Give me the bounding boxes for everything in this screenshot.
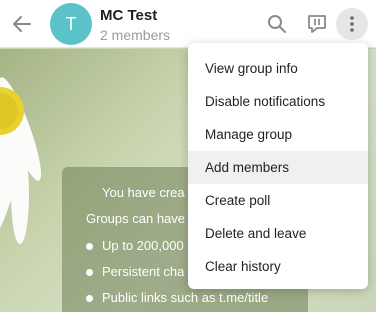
menu-item-clear-history[interactable]: Clear history: [188, 250, 368, 283]
chat-title[interactable]: MC Test: [100, 7, 157, 24]
bullet-icon: [86, 295, 93, 302]
member-count: 2 members: [100, 27, 171, 43]
bullet-icon: [86, 243, 93, 250]
search-button[interactable]: [261, 8, 293, 40]
more-vertical-icon: [350, 16, 354, 32]
avatar[interactable]: T: [50, 3, 92, 45]
menu-item-manage-group[interactable]: Manage group: [188, 118, 368, 151]
group-options-menu: View group info Disable notifications Ma…: [188, 43, 368, 289]
list-item: Public links such as t.me/title: [84, 289, 268, 312]
avatar-letter: T: [65, 13, 77, 34]
menu-item-delete-and-leave[interactable]: Delete and leave: [188, 217, 368, 250]
bullet-icon: [86, 269, 93, 276]
chat-header: T MC Test 2 members: [0, 0, 376, 48]
search-icon: [268, 15, 286, 33]
arrow-left-icon: [13, 16, 31, 32]
menu-item-disable-notifications[interactable]: Disable notifications: [188, 85, 368, 118]
menu-item-add-members[interactable]: Add members: [188, 151, 368, 184]
menu-item-view-group-info[interactable]: View group info: [188, 52, 368, 85]
back-button[interactable]: [10, 12, 34, 36]
menu-item-create-poll[interactable]: Create poll: [188, 184, 368, 217]
comments-button[interactable]: [301, 8, 333, 40]
card-subtitle: Groups can have: [86, 211, 186, 226]
card-title: You have crea: [102, 185, 185, 200]
more-button[interactable]: [336, 8, 368, 40]
comments-icon: [308, 15, 326, 33]
